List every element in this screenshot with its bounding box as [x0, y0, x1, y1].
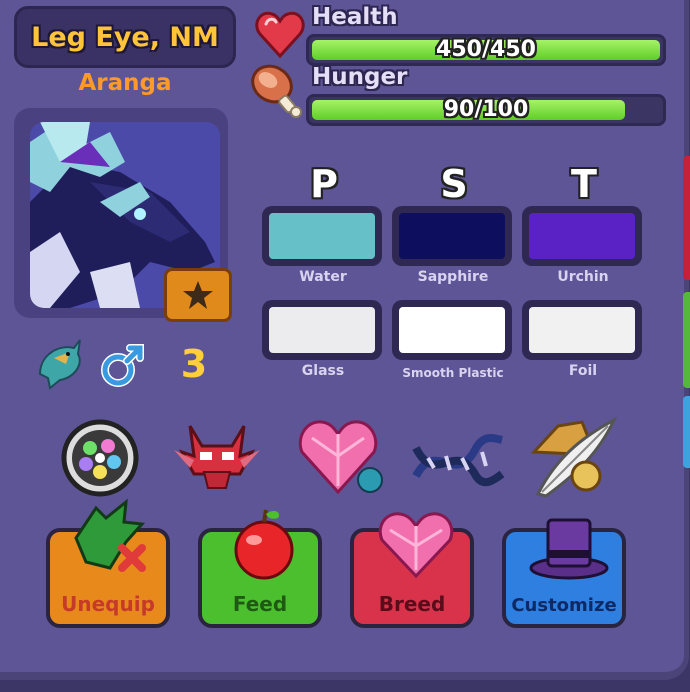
hunger-label: Hunger [312, 64, 408, 90]
side-tab-red[interactable] [683, 156, 690, 280]
hunger-bar: 90/100 [306, 94, 666, 126]
customize-button[interactable]: Customize [502, 518, 626, 628]
pet-name: Leg Eye, NM [31, 21, 219, 53]
unequip-button[interactable]: Unequip [46, 498, 170, 628]
health-value: 450/450 [436, 37, 536, 62]
swatch-color [399, 307, 505, 353]
color-label-secondary: Sapphire [417, 269, 489, 285]
trait-header-s: S [440, 162, 468, 206]
unequip-dragon-icon [74, 498, 146, 572]
health-label: Health [312, 4, 398, 30]
pet-species: Aranga [78, 70, 172, 96]
hunger-value: 90/100 [443, 97, 529, 122]
feed-label: Feed [232, 592, 288, 616]
dna-strand-icon[interactable] [410, 418, 506, 498]
top-hat-icon [529, 518, 609, 580]
breed-button[interactable]: Breed [350, 512, 474, 628]
heart-icon [254, 8, 306, 60]
feed-button[interactable]: Feed [198, 509, 322, 628]
dragon-badge-icon [30, 334, 86, 390]
color-swatch-secondary[interactable] [392, 206, 512, 266]
side-tab-green[interactable] [683, 292, 690, 388]
side-tab-blue[interactable] [683, 396, 690, 468]
pet-name-box[interactable]: Leg Eye, NM [14, 6, 236, 68]
apple-icon [234, 509, 294, 580]
swatch-color [529, 307, 635, 353]
customize-label: Customize [511, 595, 617, 616]
favorite-star-button[interactable] [164, 268, 232, 322]
pet-level: 3 [180, 342, 208, 386]
material-swatch-primary[interactable] [262, 300, 382, 360]
swatch-color [269, 307, 375, 353]
horned-mask-icon[interactable] [170, 416, 264, 496]
gem-heart-icon[interactable] [296, 416, 388, 496]
breed-label: Breed [378, 592, 446, 616]
swatch-color [529, 213, 635, 259]
star-icon [183, 281, 213, 309]
material-swatch-secondary[interactable] [392, 300, 512, 360]
unequip-label: Unequip [61, 592, 155, 616]
color-label-primary: Water [299, 269, 347, 285]
color-swatch-tertiary[interactable] [522, 206, 642, 266]
feather-hat-icon[interactable] [528, 414, 618, 500]
swatch-color [269, 213, 375, 259]
color-label-tertiary: Urchin [557, 269, 609, 285]
rainbow-orb-icon[interactable] [58, 418, 144, 498]
color-swatch-primary[interactable] [262, 206, 382, 266]
health-bar: 450/450 [306, 34, 666, 66]
material-swatch-tertiary[interactable] [522, 300, 642, 360]
material-label-primary: Glass [301, 363, 345, 379]
trait-header-t: T [571, 162, 597, 206]
meat-leg-icon [248, 60, 308, 120]
male-symbol-icon [98, 340, 148, 390]
breed-heart-icon [378, 512, 454, 579]
material-label-secondary: Smooth Plastic [402, 366, 504, 380]
material-label-tertiary: Foil [568, 363, 598, 379]
trait-header-p: P [310, 162, 338, 206]
swatch-color [399, 213, 505, 259]
